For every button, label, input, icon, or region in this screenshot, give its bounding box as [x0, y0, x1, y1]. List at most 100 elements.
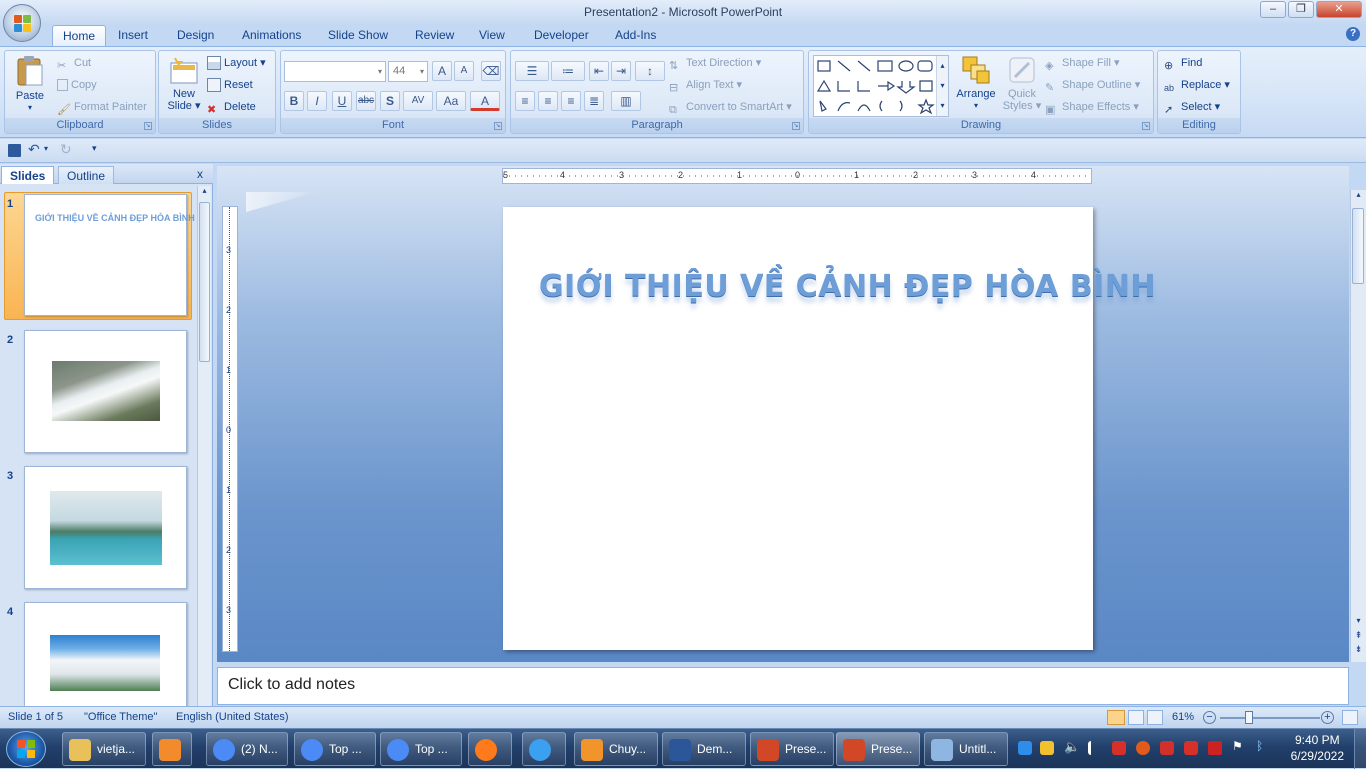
customize-qat-icon[interactable]: ▾ — [92, 143, 97, 154]
bullets-button[interactable]: ☰ — [515, 61, 549, 81]
shape-outline-button[interactable]: ✎ Shape Outline ▾ — [1045, 75, 1140, 95]
align-center-button[interactable]: ≡ — [538, 91, 558, 111]
slide-thumbnail-1[interactable]: GIỚI THIỆU VỀ CẢNH ĐẸP HÒA BÌNH — [24, 194, 195, 316]
slide-title[interactable]: GIỚI THIỆU VỀ CẢNH ĐẸP HÒA BÌNH — [539, 269, 1155, 304]
help-icon[interactable]: ? — [1346, 27, 1360, 41]
paste-button[interactable]: Paste ▾ — [9, 55, 51, 114]
font-name-combo[interactable]: ▾ — [284, 61, 386, 82]
quick-styles-button[interactable]: Quick Styles ▾ — [1001, 55, 1043, 112]
shapes-gallery[interactable]: ▴ ▾ ▾ — [813, 55, 949, 117]
fit-to-window-icon[interactable] — [1342, 710, 1358, 725]
increase-indent-button[interactable]: ⇥ — [611, 61, 631, 81]
scroll-up-icon[interactable]: ▴ — [1351, 190, 1366, 204]
delete-slide-button[interactable]: ✖ Delete — [207, 97, 256, 117]
columns-button[interactable]: ▥ — [611, 91, 641, 111]
gallery-scroll[interactable]: ▴ ▾ ▾ — [936, 56, 948, 116]
tab-review[interactable]: Review — [405, 25, 464, 46]
arrange-button[interactable]: Arrange ▾ — [953, 55, 999, 112]
slide-thumbnail-2[interactable] — [24, 330, 187, 453]
tab-slides[interactable]: Slides — [1, 166, 55, 184]
clipboard-launcher-icon[interactable]: ↘ — [144, 122, 152, 130]
tab-home[interactable]: Home — [52, 25, 107, 46]
clock[interactable]: 9:40 PM 6/29/2022 — [1291, 732, 1344, 764]
paragraph-launcher-icon[interactable]: ↘ — [792, 122, 800, 130]
taskbar-item[interactable]: Prese... — [750, 732, 834, 766]
notes-pane[interactable]: Click to add notes — [217, 667, 1349, 705]
tab-design[interactable]: Design — [167, 25, 224, 46]
font-launcher-icon[interactable]: ↘ — [494, 122, 502, 130]
slide-thumbnail-4[interactable] — [24, 602, 187, 708]
bold-button[interactable]: B — [284, 91, 304, 111]
slide-canvas[interactable]: GIỚI THIỆU VỀ CẢNH ĐẸP HÒA BÌNH — [503, 207, 1155, 650]
normal-view-icon[interactable] — [1107, 710, 1125, 725]
zoom-out-icon[interactable]: − — [1203, 711, 1216, 724]
zoom-slider-thumb[interactable] — [1245, 711, 1253, 724]
strikethrough-button[interactable]: abc — [356, 91, 376, 111]
zoom-in-icon[interactable]: + — [1321, 711, 1334, 724]
shrink-font-button[interactable]: A — [454, 61, 474, 81]
restore-button[interactable]: ❐ — [1288, 1, 1314, 18]
slide-thumbnail-3[interactable] — [24, 466, 187, 589]
next-slide-icon[interactable]: ⇟ — [1351, 644, 1366, 658]
slides-panel-scrollbar[interactable]: ▴ — [197, 186, 211, 706]
zalo-icon[interactable] — [1018, 741, 1032, 755]
tab-insert[interactable]: Insert — [108, 25, 158, 46]
copy-button[interactable]: Copy — [57, 75, 97, 95]
align-text-button[interactable]: ⊟ Align Text ▾ — [669, 75, 742, 95]
line-spacing-button[interactable]: ↕ — [635, 61, 665, 81]
font-size-combo[interactable]: 44 ▾ — [388, 61, 428, 82]
shape-effects-button[interactable]: ▣ Shape Effects ▾ — [1045, 97, 1139, 117]
numbering-button[interactable]: ≔ — [551, 61, 585, 81]
bluetooth-icon[interactable]: ᛒ — [1256, 739, 1270, 753]
start-button[interactable] — [6, 731, 46, 767]
text-direction-button[interactable]: ⇅ Text Direction ▾ — [669, 53, 761, 73]
redo-icon[interactable]: ↻ — [60, 141, 72, 158]
tab-slide-show[interactable]: Slide Show — [318, 25, 398, 46]
clear-formatting-button[interactable]: ⌫ — [481, 61, 501, 81]
select-button[interactable]: ➚ Select ▾ — [1164, 97, 1220, 117]
zoom-level[interactable]: 61% — [1172, 711, 1194, 723]
flag-icon[interactable]: ⚑ — [1232, 739, 1246, 753]
find-button[interactable]: ⊕ Find — [1164, 53, 1202, 73]
close-panel-icon[interactable]: x — [197, 167, 203, 181]
convert-smartart-button[interactable]: ⧉ Convert to SmartArt ▾ — [669, 97, 792, 117]
taskbar-item[interactable]: (2) N... — [206, 732, 288, 766]
scroll-thumb[interactable] — [1352, 208, 1364, 284]
tab-view[interactable]: View — [469, 25, 515, 46]
taskbar-item[interactable]: vietja... — [62, 732, 146, 766]
taskbar-item-active[interactable]: Prese... — [836, 732, 920, 766]
format-painter-button[interactable]: 🖌 Format Painter — [57, 97, 147, 117]
change-case-button[interactable]: Aa — [436, 91, 466, 111]
volume-icon[interactable]: 🔈 — [1064, 739, 1080, 754]
taskbar-item[interactable] — [468, 732, 512, 766]
character-spacing-button[interactable]: AV — [403, 91, 433, 111]
slide-sorter-icon[interactable] — [1128, 710, 1144, 725]
tab-add-ins[interactable]: Add-Ins — [605, 25, 666, 46]
tab-developer[interactable]: Developer — [524, 25, 599, 46]
office-button[interactable] — [3, 4, 41, 42]
undo-icon[interactable]: ↶ — [28, 141, 40, 158]
vivaldi-icon[interactable] — [1160, 741, 1174, 755]
align-right-button[interactable]: ≡ — [561, 91, 581, 111]
update-icon[interactable] — [1208, 741, 1222, 755]
layout-button[interactable]: Layout ▾ — [207, 53, 266, 73]
taskbar-item[interactable] — [522, 732, 566, 766]
save-icon[interactable] — [8, 144, 21, 157]
zoom-slider[interactable] — [1220, 717, 1320, 719]
network-icon[interactable] — [1088, 741, 1098, 755]
italic-button[interactable]: I — [307, 91, 327, 111]
grow-font-button[interactable]: A — [432, 61, 452, 81]
replace-button[interactable]: ab Replace ▾ — [1164, 75, 1230, 95]
scroll-thumb[interactable] — [199, 202, 210, 362]
drawing-launcher-icon[interactable]: ↘ — [1142, 122, 1150, 130]
reset-button[interactable]: Reset — [207, 75, 253, 95]
text-shadow-button[interactable]: S — [380, 91, 400, 111]
taskbar-item[interactable]: Untitl... — [924, 732, 1008, 766]
scroll-up-icon[interactable]: ▴ — [199, 186, 210, 198]
chevron-down-icon[interactable]: ▾ — [44, 144, 48, 153]
taskbar-item[interactable]: Dem... — [662, 732, 746, 766]
taskbar-item[interactable]: Chuy... — [574, 732, 658, 766]
previous-slide-icon[interactable]: ⇞ — [1351, 630, 1366, 644]
antivirus-icon[interactable] — [1112, 741, 1126, 755]
justify-button[interactable]: ≣ — [584, 91, 604, 111]
